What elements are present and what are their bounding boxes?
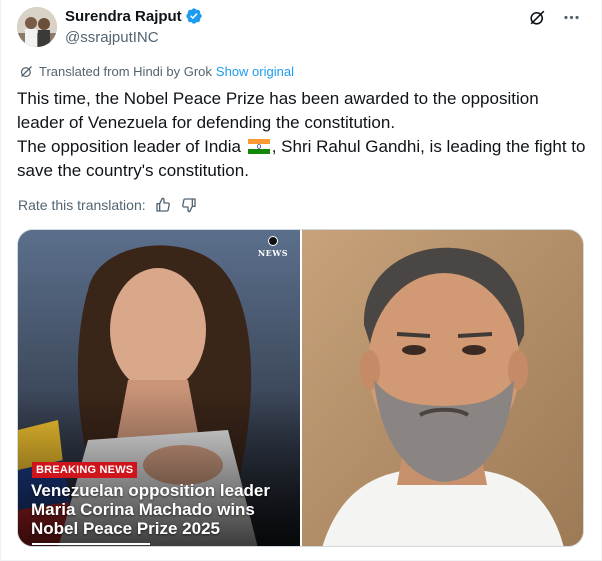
post-paragraph-1: This time, the Nobel Peace Prize has bee… xyxy=(17,89,539,132)
more-icon[interactable] xyxy=(561,7,581,27)
translation-notice-text: Translated from Hindi by Grok xyxy=(39,64,212,79)
breaking-news-badge: BREAKING NEWS xyxy=(32,462,138,478)
news-network-label: NEWS xyxy=(257,248,288,258)
post-text: This time, the Nobel Peace Prize has bee… xyxy=(17,87,589,183)
news-network-logo: NEWS xyxy=(258,236,288,258)
media-image-news[interactable]: NEWS BREAKING NEWS Venezuelan opposition… xyxy=(18,230,300,546)
translation-notice: Translated from Hindi by Grok Show origi… xyxy=(19,64,294,79)
avatar[interactable] xyxy=(17,7,57,47)
media-image-portrait[interactable] xyxy=(302,230,583,546)
rate-translation-label: Rate this translation: xyxy=(18,197,146,213)
user-block: Surendra Rajput @ssrajputINC xyxy=(65,6,203,46)
post-paragraph-2-start: The opposition leader of India xyxy=(17,137,241,156)
display-name[interactable]: Surendra Rajput xyxy=(65,8,182,25)
translate-icon xyxy=(19,64,34,79)
thumbs-down-icon[interactable] xyxy=(180,196,198,214)
headline-underline xyxy=(32,543,150,545)
post-card: Surendra Rajput @ssrajputINC Translated … xyxy=(0,0,602,561)
media-grid: NEWS BREAKING NEWS Venezuelan opposition… xyxy=(17,229,584,547)
news-headline: Venezuelan opposition leader Maria Corin… xyxy=(31,481,270,538)
india-flag-icon xyxy=(247,137,270,154)
rate-translation: Rate this translation: xyxy=(18,196,198,214)
verified-badge-icon[interactable] xyxy=(185,7,203,25)
handle[interactable]: @ssrajputINC xyxy=(65,29,203,46)
post-paragraph-2: The opposition leader of India , Shri Ra… xyxy=(17,135,589,183)
grok-icon[interactable] xyxy=(527,7,547,27)
show-original-link[interactable]: Show original xyxy=(216,64,294,79)
thumbs-up-icon[interactable] xyxy=(154,196,172,214)
top-actions xyxy=(527,7,581,27)
